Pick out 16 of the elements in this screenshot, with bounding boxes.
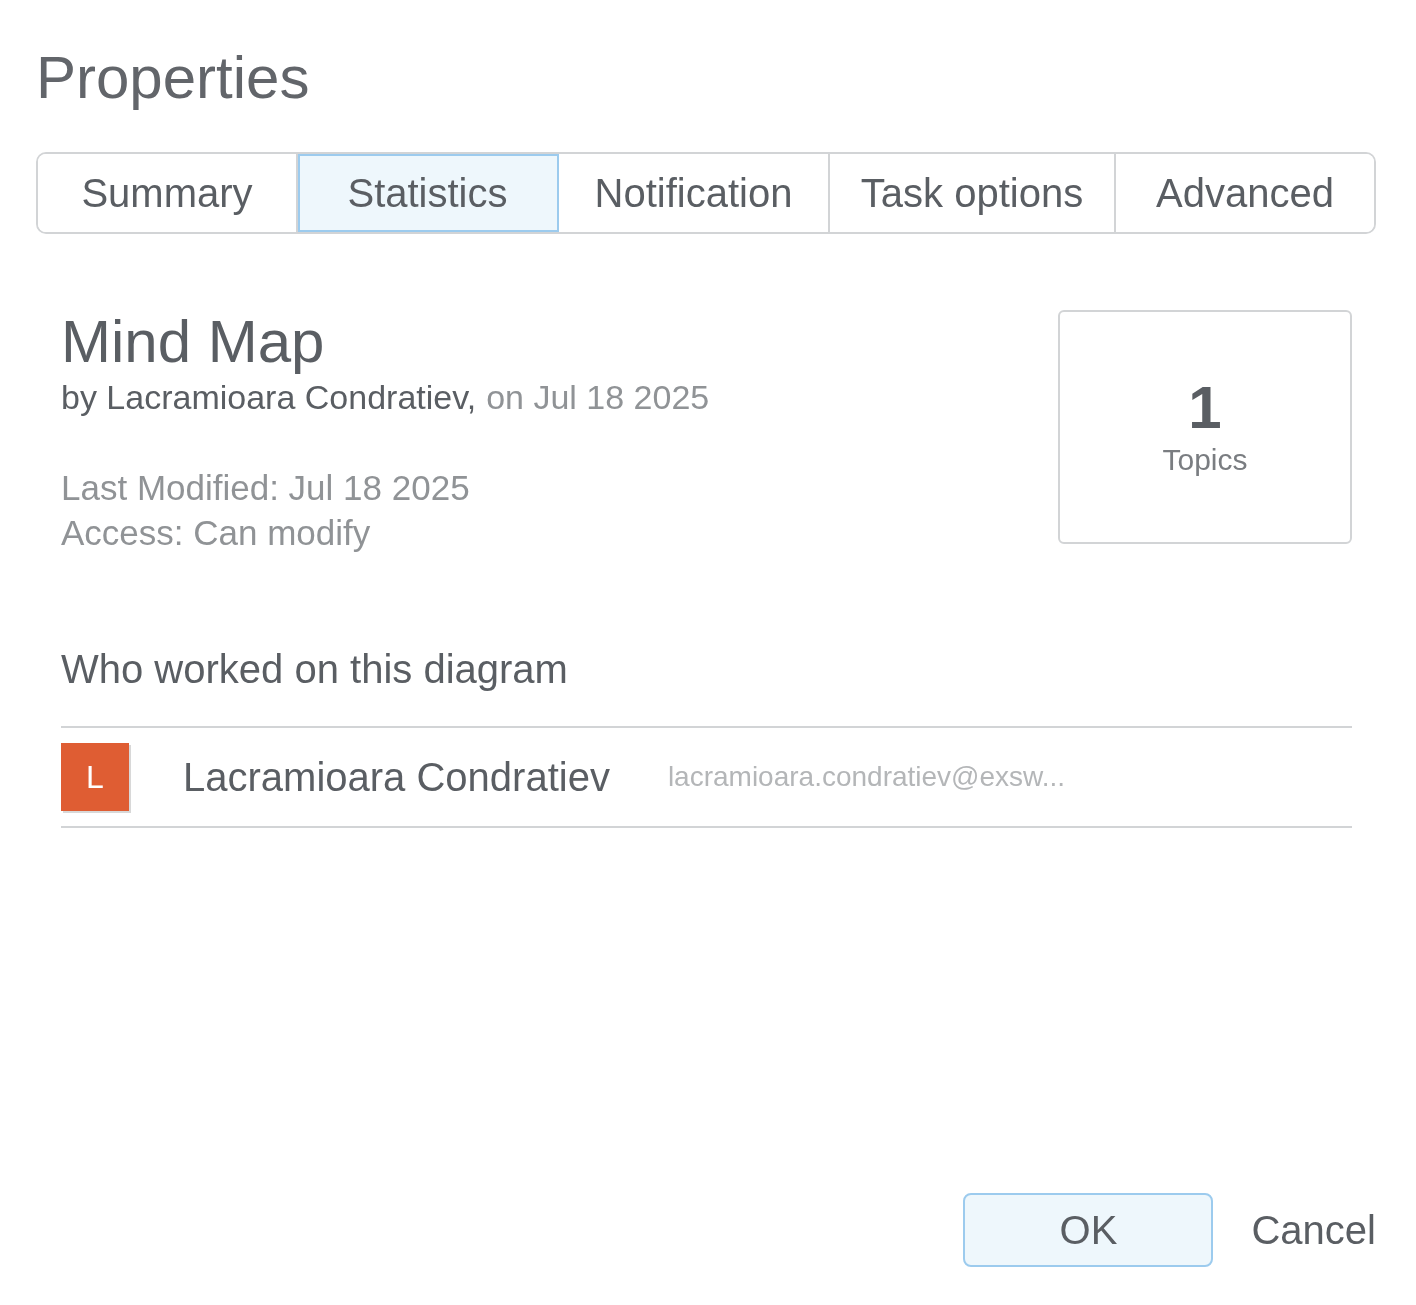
topics-count: 1: [1188, 377, 1222, 439]
person-email: lacramioara.condratiev@exsw...: [667, 761, 1066, 793]
person-name: Lacramioara Condratiev: [183, 754, 610, 800]
tab[interactable]: Summary: [38, 154, 298, 232]
ok-button[interactable]: OK: [963, 1193, 1214, 1267]
cancel-button[interactable]: Cancel: [1251, 1207, 1376, 1253]
access-text: Access: Can modify: [61, 512, 372, 554]
tab[interactable]: Statistics: [298, 154, 559, 232]
last-modified-text: Last Modified: Jul 18 2025: [61, 467, 471, 509]
topics-label: Topics: [1162, 443, 1248, 477]
author-text: by Lacramioara Condratiev,: [61, 378, 477, 417]
avatar: L: [61, 743, 129, 811]
created-date: on Jul 18 2025: [486, 378, 710, 417]
document-title: Mind Map: [61, 310, 326, 374]
section-heading: Who worked on this diagram: [61, 647, 569, 692]
dialog-title: Properties: [36, 43, 310, 113]
